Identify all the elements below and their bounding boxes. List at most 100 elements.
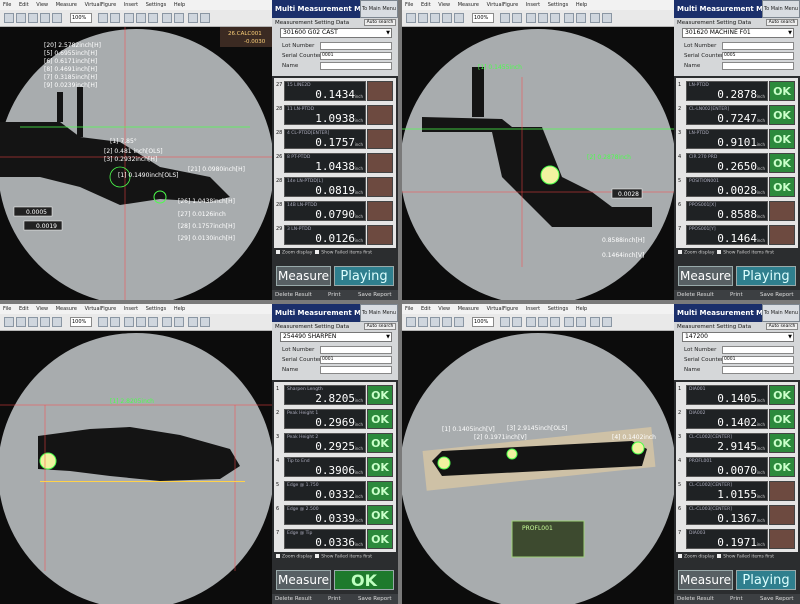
pause-icon[interactable] (148, 13, 158, 23)
menu-view[interactable]: View (438, 306, 450, 312)
settings-icon[interactable] (602, 317, 612, 327)
menu-help[interactable]: Help (174, 306, 185, 312)
serial-field[interactable]: 0005 (722, 52, 794, 60)
result-row[interactable]: 28 14B LN-PTDD 0.0790 inch (274, 200, 396, 222)
auto-search-button[interactable]: Auto search (364, 323, 396, 330)
result-row[interactable]: 5 POSITION001 0.0028 inch OK (676, 176, 798, 198)
zoom-display-checkbox[interactable] (276, 250, 280, 254)
save-report-button[interactable]: Save Report (760, 290, 793, 300)
show-failed-checkbox[interactable] (717, 250, 722, 254)
open-icon[interactable] (16, 13, 26, 23)
pointer-icon[interactable] (124, 317, 134, 327)
zoom-out-icon[interactable] (512, 13, 522, 23)
name-field[interactable] (722, 62, 794, 70)
open-icon[interactable] (418, 317, 428, 327)
menu-help[interactable]: Help (576, 2, 587, 8)
save-icon[interactable] (28, 13, 38, 23)
results-list[interactable]: 1 DIA001 0.1405 inch OK 2 DIA002 0.1402 inch OK 3 C… (676, 382, 798, 552)
zoom-in-icon[interactable] (98, 13, 108, 23)
menu-virtualfigure[interactable]: VirtualFigure (487, 2, 519, 8)
light-icon[interactable] (162, 13, 172, 23)
result-row[interactable]: 3 CL-CL002[CENTER] 2.9145 inch OK (676, 432, 798, 454)
lot-field[interactable] (320, 42, 392, 50)
menu-help[interactable]: Help (174, 2, 185, 8)
new-icon[interactable] (406, 317, 416, 327)
zoom-display-checkbox[interactable] (678, 554, 682, 558)
menu-virtualfigure[interactable]: VirtualFigure (487, 306, 519, 312)
result-row[interactable]: 7 Edge @ Tip 0.0336 inch OK (274, 528, 396, 550)
result-row[interactable]: 3 LN-PTDD 0.9101 inch OK (676, 128, 798, 150)
name-field[interactable] (320, 62, 392, 70)
zoom-in-icon[interactable] (98, 317, 108, 327)
save-icon[interactable] (430, 317, 440, 327)
camera-view[interactable]: [1] 2.8205inch (0, 331, 272, 604)
redo-icon[interactable] (52, 317, 62, 327)
light-icon[interactable] (564, 317, 574, 327)
menu-measure[interactable]: Measure (56, 306, 77, 312)
play-icon[interactable] (136, 13, 146, 23)
zoom-out-icon[interactable] (512, 317, 522, 327)
undo-icon[interactable] (442, 13, 452, 23)
zoom-select[interactable]: 100% (472, 317, 494, 327)
pointer-icon[interactable] (124, 13, 134, 23)
redo-icon[interactable] (454, 13, 464, 23)
pause-icon[interactable] (550, 13, 560, 23)
settings-icon[interactable] (200, 317, 210, 327)
result-row[interactable]: 6 Edge @ 2.500 0.0339 inch OK (274, 504, 396, 526)
menu-view[interactable]: View (36, 306, 48, 312)
auto-search-button[interactable]: Auto search (766, 19, 798, 26)
result-row[interactable]: 5 CL-CL002[CENTER] 1.0155 inch (676, 480, 798, 502)
result-row[interactable]: 29 3 LN-PTDD 0.0126 inch (274, 224, 396, 246)
delete-result-button[interactable]: Delete Result (677, 290, 714, 300)
menu-file[interactable]: File (3, 2, 11, 8)
camera-icon[interactable] (576, 13, 586, 23)
zoom-display-checkbox[interactable] (678, 250, 682, 254)
program-select[interactable]: 301620 MACHINE F01 ▼ (682, 28, 794, 38)
settings-icon[interactable] (602, 13, 612, 23)
result-row[interactable]: 4 PROFL001 0.0070 inch OK (676, 456, 798, 478)
grid-icon[interactable] (188, 317, 198, 327)
menu-settings[interactable]: Settings (548, 2, 569, 8)
camera-icon[interactable] (174, 13, 184, 23)
menu-edit[interactable]: Edit (19, 306, 29, 312)
result-row[interactable]: 7 DIA003 0.1971 inch (676, 528, 798, 550)
results-list[interactable]: 1 Sharpen Length 2.8205 inch OK 2 Peak Height … (274, 382, 396, 552)
menu-settings[interactable]: Settings (548, 306, 569, 312)
program-select[interactable]: 147200 ▼ (682, 332, 794, 342)
save-report-button[interactable]: Save Report (358, 290, 391, 300)
grid-icon[interactable] (590, 13, 600, 23)
zoom-in-icon[interactable] (500, 317, 510, 327)
zoom-in-icon[interactable] (500, 13, 510, 23)
results-list[interactable]: 27 15 LINE2D 0.1434 inch 28 11 LN-PTDD 1.0938 i… (274, 78, 396, 248)
menu-insert[interactable]: Insert (526, 2, 540, 8)
new-icon[interactable] (4, 13, 14, 23)
menu-view[interactable]: View (438, 2, 450, 8)
name-field[interactable] (722, 366, 794, 374)
menu-insert[interactable]: Insert (124, 2, 138, 8)
menu-view[interactable]: View (36, 2, 48, 8)
menu-insert[interactable]: Insert (526, 306, 540, 312)
menu-settings[interactable]: Settings (146, 2, 167, 8)
camera-view[interactable]: [1] 0.1455inch [2] 0.2878inch 0.0028 0.8… (402, 27, 674, 300)
save-icon[interactable] (430, 13, 440, 23)
main-menu-button[interactable]: To Main Menu (360, 0, 398, 18)
print-button[interactable]: Print (328, 594, 341, 604)
print-button[interactable]: Print (328, 290, 341, 300)
camera-view[interactable]: [20] 2.5782inch[H] [5] 0.6955inch[H] [6]… (0, 27, 272, 300)
show-failed-checkbox[interactable] (717, 554, 722, 558)
program-select[interactable]: 254490 SHARPEN ▼ (280, 332, 392, 342)
open-icon[interactable] (418, 13, 428, 23)
pointer-icon[interactable] (526, 13, 536, 23)
save-report-button[interactable]: Save Report (760, 594, 793, 604)
delete-result-button[interactable]: Delete Result (275, 290, 312, 300)
result-row[interactable]: 2 CL-LN002[ENTER] 0.7247 inch OK (676, 104, 798, 126)
lot-field[interactable] (320, 346, 392, 354)
result-row[interactable]: 1 DIA001 0.1405 inch OK (676, 384, 798, 406)
result-row[interactable]: 6 PPOS001[X] 0.8588 inch (676, 200, 798, 222)
delete-result-button[interactable]: Delete Result (677, 594, 714, 604)
serial-field[interactable]: 0001 (320, 52, 392, 60)
menu-measure[interactable]: Measure (458, 2, 479, 8)
pointer-icon[interactable] (526, 317, 536, 327)
measure-button[interactable]: Measure (276, 570, 331, 590)
menu-settings[interactable]: Settings (146, 306, 167, 312)
